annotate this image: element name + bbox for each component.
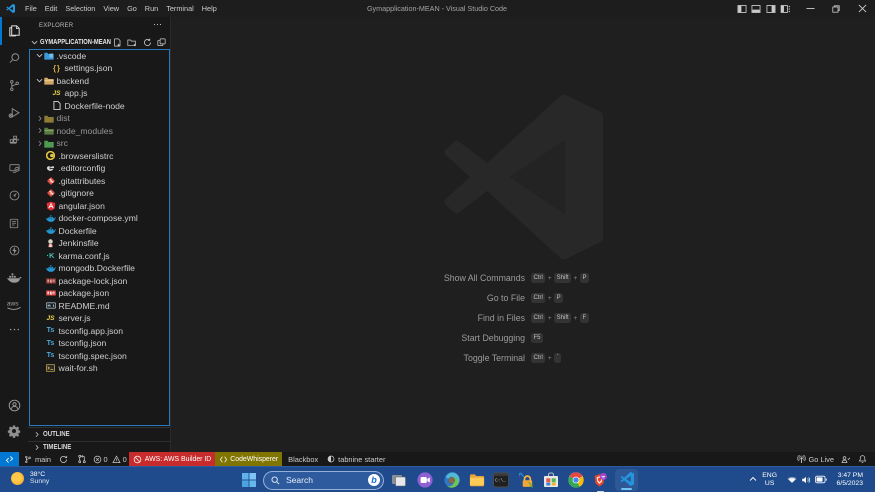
svg-text:C:\_: C:\_ — [495, 478, 506, 484]
svg-text:aws: aws — [7, 300, 19, 307]
